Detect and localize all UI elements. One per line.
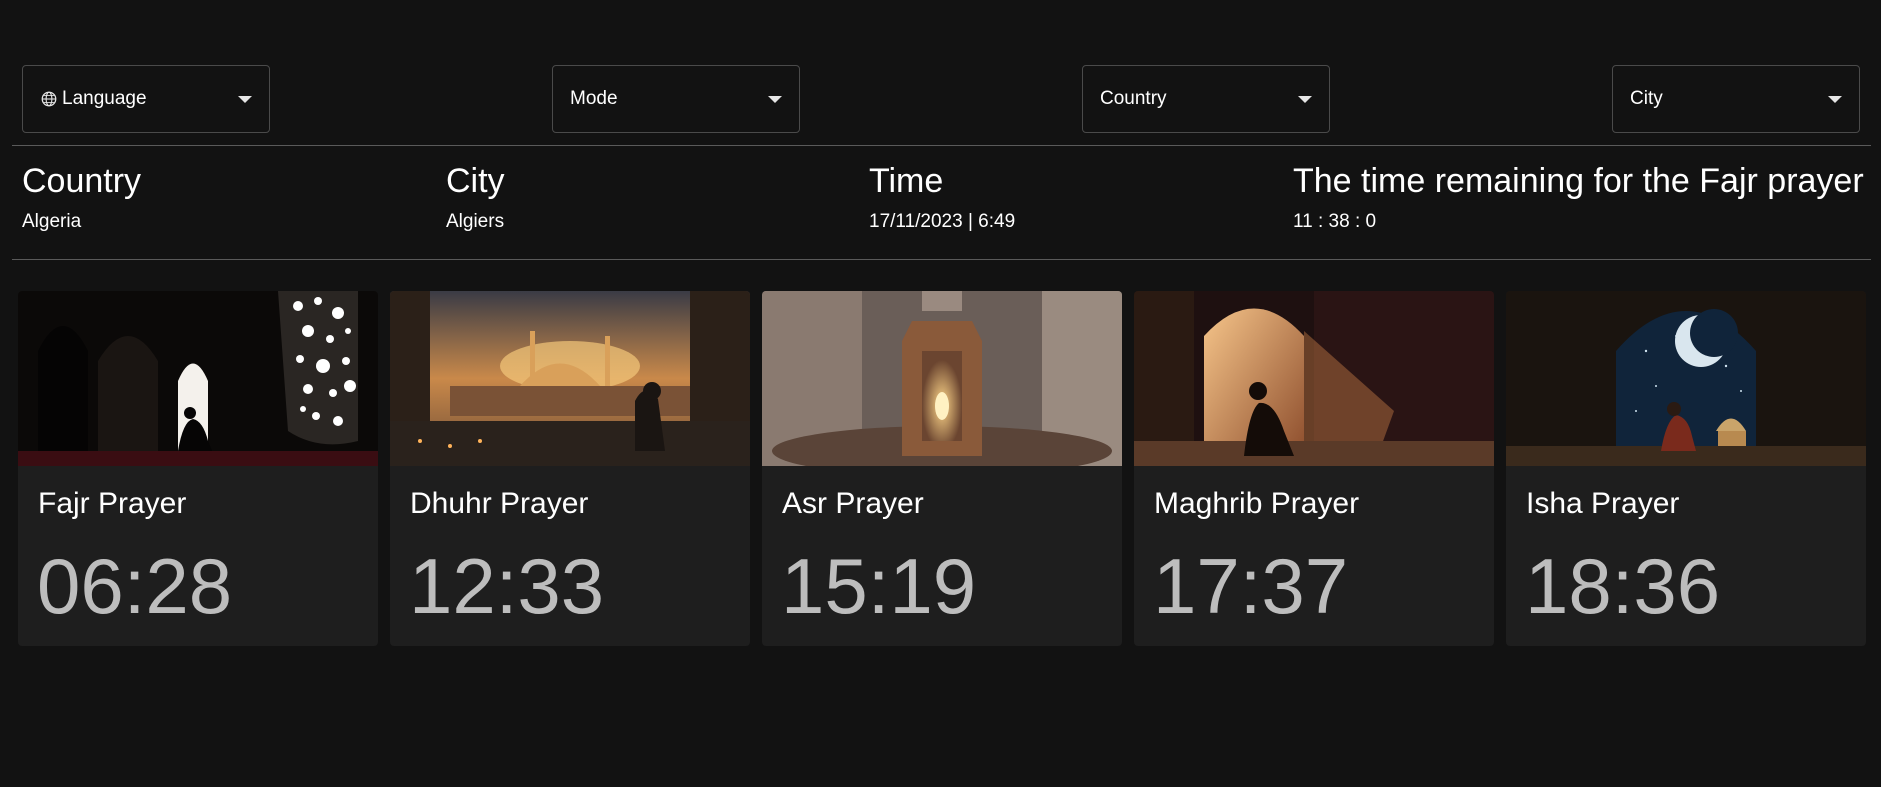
prayer-card-maghrib: Maghrib Prayer 17:37 (1134, 291, 1494, 646)
prayer-time: 15:19 (781, 542, 977, 630)
prayer-name: Fajr Prayer (38, 487, 187, 520)
prayer-image-asr (762, 291, 1122, 466)
city-select-label: City (1630, 88, 1663, 109)
prayer-card-asr: Asr Prayer 15:19 (762, 291, 1122, 646)
mode-select[interactable]: Mode (552, 65, 800, 133)
language-select-label: Language (62, 88, 147, 109)
info-time-heading: Time (869, 162, 944, 200)
info-remaining-value: 11 : 38 : 0 (1293, 211, 1377, 232)
lantern-image (762, 291, 1122, 466)
country-select[interactable]: Country (1082, 65, 1330, 133)
prayer-image-maghrib (1134, 291, 1494, 466)
prayer-time: 18:36 (1525, 542, 1721, 630)
prayer-card-isha: Isha Prayer 18:36 (1506, 291, 1866, 646)
info-time-value: 17/11/2023 | 6:49 (869, 211, 1016, 232)
info-country: Country Algeria (22, 160, 141, 234)
language-select[interactable]: Language (22, 65, 270, 133)
info-city-heading: City (446, 162, 505, 200)
chevron-down-icon (1298, 95, 1312, 103)
info-country-heading: Country (22, 162, 142, 200)
country-select-label: Country (1100, 88, 1167, 109)
prayer-image-isha (1506, 291, 1866, 466)
man-praying-in-archway-image (1134, 291, 1494, 466)
info-city-value: Algiers (446, 211, 505, 232)
info-city: City Algiers (446, 160, 505, 234)
prayer-image-dhuhr (390, 291, 750, 466)
prayer-card-dhuhr: Dhuhr Prayer 12:33 (390, 291, 750, 646)
divider (12, 145, 1871, 146)
prayer-time: 12:33 (409, 542, 605, 630)
prayer-name: Asr Prayer (782, 487, 924, 520)
mode-select-label: Mode (570, 88, 618, 109)
prayer-card-fajr: Fajr Prayer 06:28 (18, 291, 378, 646)
chevron-down-icon (238, 95, 252, 103)
info-time: Time 17/11/2023 | 6:49 (869, 160, 1015, 234)
prayer-image-fajr (18, 291, 378, 466)
crescent-moon-archway-image (1506, 291, 1866, 466)
prayer-times-page: Language Mode Country City Country Alger… (0, 0, 1881, 787)
city-mosque-sunset-image (390, 291, 750, 466)
info-country-value: Algeria (22, 211, 82, 232)
prayer-name: Maghrib Prayer (1154, 487, 1360, 520)
chevron-down-icon (768, 95, 782, 103)
prayer-time: 17:37 (1153, 542, 1349, 630)
man-praying-by-window-image (18, 291, 378, 466)
info-remaining: The time remaining for the Fajr prayer 1… (1293, 160, 1864, 234)
prayer-name: Dhuhr Prayer (410, 487, 589, 520)
globe-icon (41, 91, 57, 107)
chevron-down-icon (1828, 95, 1842, 103)
prayer-time: 06:28 (37, 542, 233, 630)
city-select[interactable]: City (1612, 65, 1860, 133)
divider (12, 259, 1871, 260)
language-select-label-wrap: Language (40, 88, 238, 110)
info-remaining-heading: The time remaining for the Fajr prayer (1293, 162, 1864, 200)
prayer-name: Isha Prayer (1526, 487, 1680, 520)
